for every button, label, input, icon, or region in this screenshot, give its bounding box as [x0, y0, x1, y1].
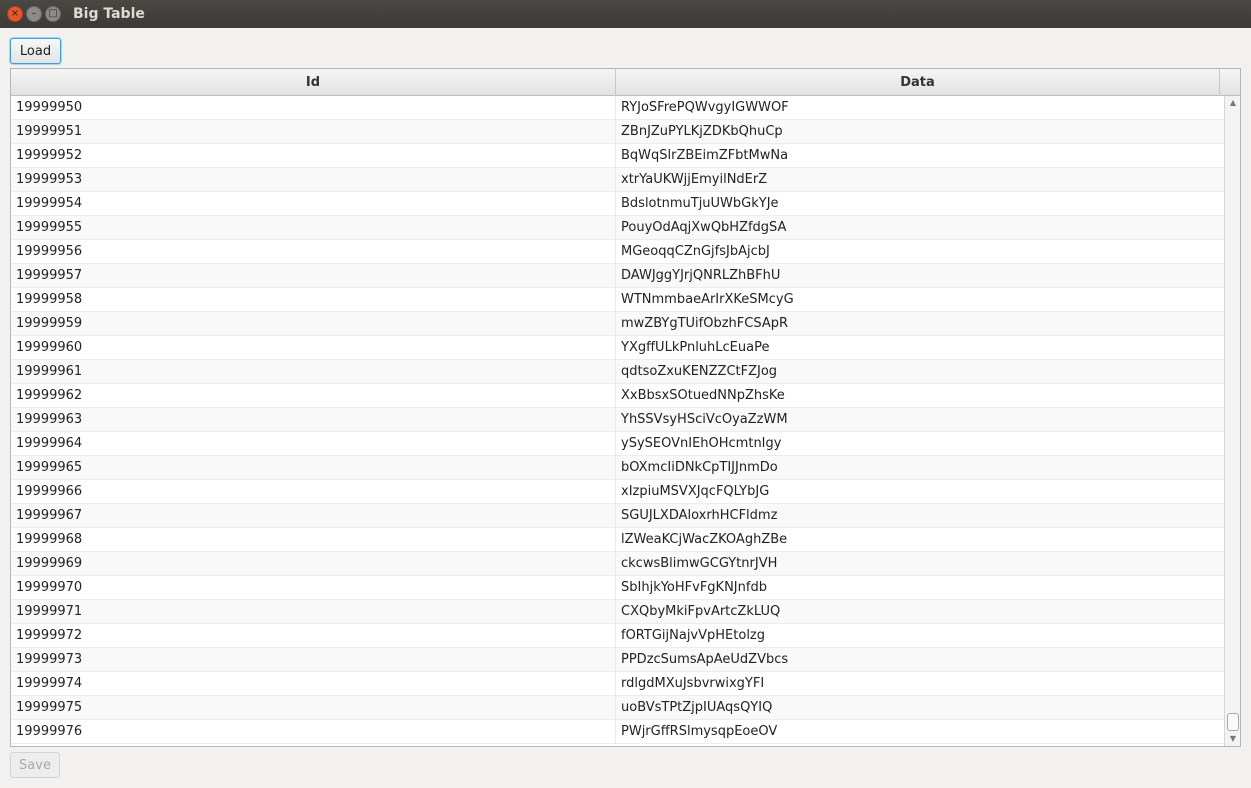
cell-data[interactable]: DAWJggYJrjQNRLZhBFhU	[616, 264, 1224, 288]
cell-id[interactable]: 19999959	[11, 312, 616, 336]
cell-data[interactable]: SbIhjkYoHFvFgKNJnfdb	[616, 576, 1224, 600]
table-row[interactable]: 19999952 BqWqSlrZBEimZFbtMwNa	[11, 144, 1224, 168]
table-row[interactable]: 19999965 bOXmcIiDNkCpTIJJnmDo	[11, 456, 1224, 480]
cell-data[interactable]: rdlgdMXuJsbvrwixgYFI	[616, 672, 1224, 696]
table-header: Id Data	[11, 69, 1240, 96]
cell-data[interactable]: XxBbsxSOtuedNNpZhsKe	[616, 384, 1224, 408]
table-row[interactable]: 19999966 xIzpiuMSVXJqcFQLYbJG	[11, 480, 1224, 504]
table-row[interactable]: 19999955 PouyOdAqjXwQbHZfdgSA	[11, 216, 1224, 240]
cell-id[interactable]: 19999955	[11, 216, 616, 240]
table-row[interactable]: 19999976 PWjrGffRSlmysqpEoeOV	[11, 720, 1224, 744]
cell-data[interactable]: MGeoqqCZnGjfsJbAjcbJ	[616, 240, 1224, 264]
scrollbar-thumb[interactable]	[1227, 713, 1239, 731]
cell-data[interactable]: RYJoSFrePQWvgyIGWWOF	[616, 96, 1224, 120]
table-row[interactable]: 19999964 ySySEOVnIEhOHcmtnIgy	[11, 432, 1224, 456]
cell-data[interactable]: BqWqSlrZBEimZFbtMwNa	[616, 144, 1224, 168]
cell-id[interactable]: 19999972	[11, 624, 616, 648]
table-row[interactable]: 19999957 DAWJggYJrjQNRLZhBFhU	[11, 264, 1224, 288]
cell-data[interactable]: YhSSVsyHSciVcOyaZzWM	[616, 408, 1224, 432]
table-row[interactable]: 19999951 ZBnJZuPYLKjZDKbQhuCp	[11, 120, 1224, 144]
table-row[interactable]: 19999962 XxBbsxSOtuedNNpZhsKe	[11, 384, 1224, 408]
cell-id[interactable]: 19999966	[11, 480, 616, 504]
table-row[interactable]: 19999958 WTNmmbaeArIrXKeSMcyG	[11, 288, 1224, 312]
minimize-icon[interactable]: –	[26, 6, 42, 22]
cell-id[interactable]: 19999953	[11, 168, 616, 192]
cell-id[interactable]: 19999956	[11, 240, 616, 264]
cell-id[interactable]: 19999968	[11, 528, 616, 552]
column-header-data[interactable]: Data	[616, 69, 1220, 96]
cell-data[interactable]: ySySEOVnIEhOHcmtnIgy	[616, 432, 1224, 456]
cell-data[interactable]: ZBnJZuPYLKjZDKbQhuCp	[616, 120, 1224, 144]
cell-id[interactable]: 19999952	[11, 144, 616, 168]
table-row[interactable]: 19999960 YXgffULkPnluhLcEuaPe	[11, 336, 1224, 360]
cell-data[interactable]: PouyOdAqjXwQbHZfdgSA	[616, 216, 1224, 240]
maximize-icon[interactable]: □	[45, 6, 61, 22]
table-row[interactable]: 19999971 CXQbyMkiFpvArtcZkLUQ	[11, 600, 1224, 624]
cell-id[interactable]: 19999963	[11, 408, 616, 432]
table-row[interactable]: 19999975 uoBVsTPtZjpIUAqsQYIQ	[11, 696, 1224, 720]
cell-id[interactable]: 19999958	[11, 288, 616, 312]
cell-data[interactable]: qdtsoZxuKENZZCtFZJog	[616, 360, 1224, 384]
table-row[interactable]: 19999950 RYJoSFrePQWvgyIGWWOF	[11, 96, 1224, 120]
table-row[interactable]: 19999969 ckcwsBlimwGCGYtnrJVH	[11, 552, 1224, 576]
cell-data[interactable]: lZWeaKCjWacZKOAghZBe	[616, 528, 1224, 552]
cell-data[interactable]: WTNmmbaeArIrXKeSMcyG	[616, 288, 1224, 312]
cell-id[interactable]: 19999970	[11, 576, 616, 600]
cell-id[interactable]: 19999965	[11, 456, 616, 480]
table-row[interactable]: 19999961 qdtsoZxuKENZZCtFZJog	[11, 360, 1224, 384]
save-button[interactable]: Save	[10, 752, 60, 778]
cell-id[interactable]: 19999962	[11, 384, 616, 408]
table-row[interactable]: 19999967 SGUJLXDAloxrhHCFldmz	[11, 504, 1224, 528]
cell-id[interactable]: 19999961	[11, 360, 616, 384]
cell-id[interactable]: 19999964	[11, 432, 616, 456]
table-row[interactable]: 19999954 BdslotnmuTjuUWbGkYJe	[11, 192, 1224, 216]
table-body: 19999950 RYJoSFrePQWvgyIGWWOF 19999951 ZBnJ…	[11, 96, 1224, 746]
cell-id[interactable]: 19999951	[11, 120, 616, 144]
cell-data[interactable]: SGUJLXDAloxrhHCFldmz	[616, 504, 1224, 528]
cell-id[interactable]: 19999974	[11, 672, 616, 696]
vertical-scrollbar[interactable]: ▲ ▼	[1224, 96, 1240, 746]
table-row[interactable]: 19999956 MGeoqqCZnGjfsJbAjcbJ	[11, 240, 1224, 264]
table-row[interactable]: 19999973 PPDzcSumsApAeUdZVbcs	[11, 648, 1224, 672]
cell-data[interactable]: xIzpiuMSVXJqcFQLYbJG	[616, 480, 1224, 504]
table-row[interactable]: 19999963 YhSSVsyHSciVcOyaZzWM	[11, 408, 1224, 432]
cell-data[interactable]: YXgffULkPnluhLcEuaPe	[616, 336, 1224, 360]
table-row[interactable]: 19999959 mwZBYgTUifObzhFCSApR	[11, 312, 1224, 336]
cell-data[interactable]: bOXmcIiDNkCpTIJJnmDo	[616, 456, 1224, 480]
cell-data[interactable]: ckcwsBlimwGCGYtnrJVH	[616, 552, 1224, 576]
cell-data[interactable]: PWjrGffRSlmysqpEoeOV	[616, 720, 1224, 744]
cell-id[interactable]: 19999967	[11, 504, 616, 528]
cell-data[interactable]: CXQbyMkiFpvArtcZkLUQ	[616, 600, 1224, 624]
cell-id[interactable]: 19999957	[11, 264, 616, 288]
cell-data[interactable]: uoBVsTPtZjpIUAqsQYIQ	[616, 696, 1224, 720]
chevron-up-icon[interactable]: ▲	[1228, 98, 1238, 108]
cell-data[interactable]: fORTGijNajvVpHEtolzg	[616, 624, 1224, 648]
cell-data[interactable]: xtrYaUKWjjEmyilNdErZ	[616, 168, 1224, 192]
cell-data[interactable]: BdslotnmuTjuUWbGkYJe	[616, 192, 1224, 216]
window-title: Big Table	[73, 6, 145, 22]
table-row[interactable]: 19999970 SbIhjkYoHFvFgKNJnfdb	[11, 576, 1224, 600]
cell-id[interactable]: 19999976	[11, 720, 616, 744]
chevron-down-icon[interactable]: ▼	[1228, 734, 1238, 744]
close-icon[interactable]: ×	[7, 6, 23, 22]
cell-id[interactable]: 19999969	[11, 552, 616, 576]
cell-id[interactable]: 19999971	[11, 600, 616, 624]
cell-id[interactable]: 19999973	[11, 648, 616, 672]
big-table: Id Data 19999950 RYJoSFrePQWvgyIGWWOF 1999…	[10, 68, 1241, 747]
header-corner	[1220, 69, 1240, 96]
table-row[interactable]: 19999968 lZWeaKCjWacZKOAghZBe	[11, 528, 1224, 552]
table-row[interactable]: 19999972 fORTGijNajvVpHEtolzg	[11, 624, 1224, 648]
cell-id[interactable]: 19999954	[11, 192, 616, 216]
table-row[interactable]: 19999974 rdlgdMXuJsbvrwixgYFI	[11, 672, 1224, 696]
cell-id[interactable]: 19999960	[11, 336, 616, 360]
cell-id[interactable]: 19999975	[11, 696, 616, 720]
cell-data[interactable]: mwZBYgTUifObzhFCSApR	[616, 312, 1224, 336]
table-row[interactable]: 19999953 xtrYaUKWjjEmyilNdErZ	[11, 168, 1224, 192]
cell-id[interactable]: 19999950	[11, 96, 616, 120]
column-header-id[interactable]: Id	[11, 69, 616, 96]
cell-data[interactable]: PPDzcSumsApAeUdZVbcs	[616, 648, 1224, 672]
load-button[interactable]: Load	[10, 38, 61, 64]
window-titlebar: × – □ Big Table	[0, 0, 1251, 28]
